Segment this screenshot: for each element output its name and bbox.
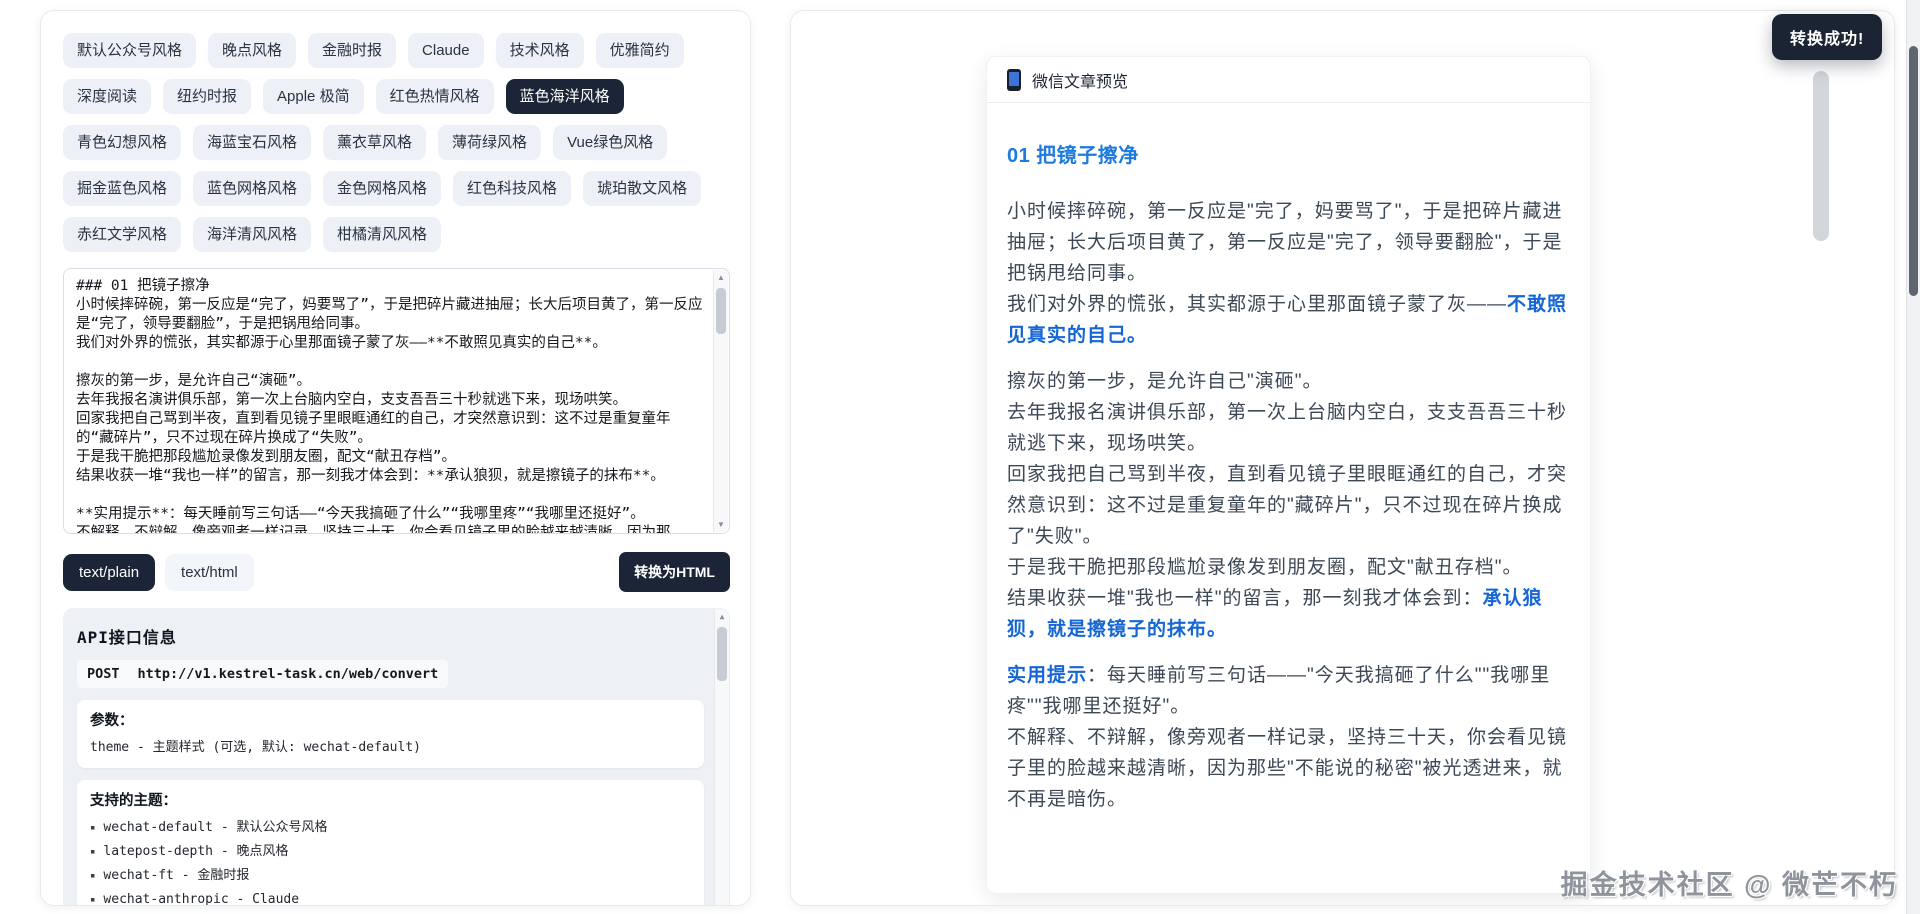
article-paragraph: 擦灰的第一步，是允许自己"演砸"。 去年我报名演讲俱乐部，第一次上台脑内空白，支支… — [1007, 371, 1568, 640]
theme-tag[interactable]: 赤红文学风格 — [63, 217, 182, 252]
theme-tag[interactable]: 青色幻想风格 — [63, 125, 182, 160]
api-theme-item: latepost-depth - 晚点风格 — [90, 840, 691, 864]
toast-success: 转换成功! — [1772, 14, 1883, 60]
theme-tag[interactable]: 薰衣草风格 — [323, 125, 427, 160]
theme-tag[interactable]: 柑橘清风风格 — [323, 217, 442, 252]
preview-title: 微信文章预览 — [1032, 73, 1129, 91]
theme-tag[interactable]: Claude — [408, 33, 484, 68]
page: 转换成功! 默认公众号风格 晚点风格 金融时报 Claude 技术风格 优雅简约深度阅读纽… — [0, 0, 1920, 914]
api-themes-list: wechat-default - 默认公众号风格latepost-depth -… — [90, 816, 691, 905]
article-paragraph: 实用提示：每天睡前写三句话——"今天我搞砸了什么""我哪里疼""我哪里还挺好"。… — [1007, 665, 1568, 810]
theme-tag[interactable]: 海洋清风风格 — [193, 217, 312, 252]
theme-tag[interactable]: 金融时报 — [308, 33, 397, 68]
convert-button[interactable]: 转换为HTML — [619, 552, 730, 592]
highlight-text: 实用提示 — [1007, 665, 1088, 686]
theme-tag[interactable]: 优雅简约 — [595, 33, 684, 68]
watermark: 掘金技术社区 @ 微芒不朽 — [1560, 870, 1898, 900]
api-params-title: 参数： — [90, 713, 134, 729]
api-theme-item: wechat-default - 默认公众号风格 — [90, 816, 691, 840]
theme-tag[interactable]: 晚点风格 — [208, 33, 297, 68]
theme-tag[interactable]: 红色热情风格 — [375, 79, 494, 114]
api-theme-item: wechat-anthropic - Claude — [90, 888, 691, 905]
article-paragraph: 小时候摔碎碗，第一反应是"完了，妈要骂了"，于是把碎片藏进抽屉；长大后项目黄了，… — [1007, 201, 1568, 346]
format-button[interactable]: text/html — [165, 553, 254, 591]
api-method: POST — [87, 666, 120, 682]
theme-tag[interactable]: Vue绿色风格 — [553, 125, 668, 160]
editor-scrollbar-thumb[interactable] — [716, 288, 726, 334]
theme-tag[interactable]: 深度阅读 — [63, 79, 152, 114]
markdown-editor-text[interactable]: ### 01 把镜子擦净 小时候摔碎碗，第一反应是“完了，妈要骂了”，于是把碎片… — [76, 277, 707, 533]
theme-tag[interactable]: Apple 极简 — [263, 79, 364, 114]
format-button-row: text/plain text/html 转换为HTML — [63, 552, 730, 592]
scroll-up-icon[interactable]: ▲ — [714, 273, 728, 282]
theme-tag[interactable]: 蓝色海洋风格 — [505, 79, 624, 114]
theme-tag[interactable]: 默认公众号风格 — [63, 33, 197, 68]
api-info-panel: API接口信息 POST http://v1.kestrel-task.cn/we… — [63, 608, 730, 905]
format-button[interactable]: text/plain — [63, 553, 156, 591]
api-info-title: API接口信息 — [77, 628, 177, 647]
theme-tag[interactable]: 金色网格风格 — [323, 171, 442, 206]
api-scrollbar-thumb[interactable] — [717, 627, 727, 681]
theme-tag[interactable]: 琥珀散文风格 — [583, 171, 702, 206]
scroll-up-icon[interactable]: ▲ — [715, 612, 729, 621]
highlight-text: 不敢照见真实的自己。 — [1007, 294, 1568, 346]
theme-tag[interactable]: 蓝色网格风格 — [193, 171, 312, 206]
theme-tag[interactable]: 技术风格 — [495, 33, 584, 68]
article-preview: 01 把镜子擦净小时候摔碎碗，第一反应是"完了，妈要骂了"，于是把碎片藏进抽屉；… — [987, 103, 1590, 815]
article-heading: 01 把镜子擦净 — [1007, 145, 1139, 167]
page-scrollbar[interactable] — [1906, 0, 1920, 914]
api-themes-box: 支持的主题： wechat-default - 默认公众号风格latepost-… — [77, 780, 704, 905]
converter-panel: 默认公众号风格 晚点风格 金融时报 Claude 技术风格 优雅简约深度阅读 纽约时报 App… — [40, 10, 751, 906]
theme-tag[interactable]: 红色科技风格 — [453, 171, 572, 206]
api-themes-title: 支持的主题： — [90, 793, 177, 809]
preview-panel: 微信文章预览 01 把镜子擦净小时候摔碎碗，第一反应是"完了，妈要骂了"，于是把… — [790, 10, 1895, 906]
phone-icon — [1007, 68, 1021, 91]
api-scrollbar[interactable]: ▲ ▼ — [714, 609, 729, 905]
api-url: http://v1.kestrel-task.cn/web/convert — [137, 666, 439, 682]
api-params-box: 参数： theme - 主题样式 (可选, 默认: wechat-default… — [77, 700, 704, 768]
api-params-list: theme - 主题样式 (可选, 默认: wechat-default) — [90, 736, 691, 759]
theme-tag[interactable]: 海蓝宝石风格 — [193, 125, 312, 160]
wechat-preview-card: 微信文章预览 01 把镜子擦净小时候摔碎碗，第一反应是"完了，妈要骂了"，于是把… — [986, 56, 1591, 894]
scroll-down-icon[interactable]: ▼ — [714, 520, 728, 529]
preview-header: 微信文章预览 — [987, 57, 1590, 103]
theme-tag[interactable]: 薄荷绿风格 — [438, 125, 542, 160]
page-scrollbar-thumb[interactable] — [1909, 46, 1918, 296]
preview-scrollbar-thumb[interactable] — [1813, 71, 1829, 241]
api-param: theme - 主题样式 (可选, 默认: wechat-default) — [90, 740, 421, 755]
api-theme-item: wechat-ft - 金融时报 — [90, 864, 691, 888]
theme-tag[interactable]: 纽约时报 — [163, 79, 252, 114]
editor-scrollbar[interactable]: ▲ ▼ — [713, 270, 728, 532]
theme-tag[interactable]: 掘金蓝色风格 — [63, 171, 182, 206]
markdown-editor[interactable]: ### 01 把镜子擦净 小时候摔碎碗，第一反应是“完了，妈要骂了”，于是把碎片… — [63, 268, 730, 534]
api-endpoint: POST http://v1.kestrel-task.cn/web/conver… — [77, 660, 449, 688]
theme-tag-list: 默认公众号风格 晚点风格 金融时报 Claude 技术风格 优雅简约深度阅读 纽约时报 App… — [63, 33, 735, 252]
format-buttons: text/plain text/html — [63, 553, 254, 591]
highlight-text: 承认狼狈，就是擦镜子的抹布。 — [1007, 588, 1543, 640]
